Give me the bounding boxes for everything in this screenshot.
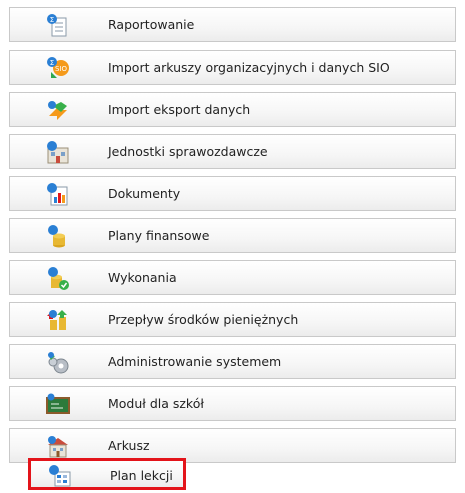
sio-import-icon: SIO Σ xyxy=(45,56,71,82)
menu-item-label: Jednostki sprawozdawcze xyxy=(108,144,268,159)
svg-text:Σ: Σ xyxy=(50,59,54,67)
coins-check-icon xyxy=(45,266,71,292)
menu-item-administrowanie[interactable]: Administrowanie systemem xyxy=(9,344,456,379)
menu-item-raportowanie[interactable]: Σ Raportowanie xyxy=(9,7,456,42)
menu-item-modul-dla-szkol[interactable]: Moduł dla szkół xyxy=(9,386,456,421)
gears-admin-icon xyxy=(45,350,71,376)
building-units-icon xyxy=(45,140,71,166)
main-menu: Σ Raportowanie SIO Σ Import arkuszy organ… xyxy=(0,0,465,493)
menu-item-label: Wykonania xyxy=(108,270,177,285)
svg-text:Σ: Σ xyxy=(50,16,54,24)
chalkboard-icon xyxy=(45,392,71,418)
timetable-icon xyxy=(47,464,73,490)
documents-chart-icon xyxy=(45,182,71,208)
menu-item-label: Import eksport danych xyxy=(108,102,251,117)
menu-item-plany-finansowe[interactable]: Plany finansowe xyxy=(9,218,456,253)
menu-item-label: Plan lekcji xyxy=(110,468,173,483)
menu-item-label: Import arkuszy organizacyjnych i danych … xyxy=(108,60,390,75)
menu-item-label: Administrowanie systemem xyxy=(108,354,282,369)
menu-item-label: Plany finansowe xyxy=(108,228,210,243)
svg-text:SIO: SIO xyxy=(55,65,68,73)
cash-flow-icon xyxy=(45,308,71,334)
menu-item-label: Moduł dla szkół xyxy=(108,396,204,411)
report-document-icon: Σ xyxy=(45,13,71,39)
menu-item-jednostki-sprawozdawcze[interactable]: Jednostki sprawozdawcze xyxy=(9,134,456,169)
import-export-arrows-icon xyxy=(45,98,71,124)
school-building-icon xyxy=(45,434,71,460)
menu-item-przeplyw-srodkow[interactable]: Przepływ środków pieniężnych xyxy=(9,302,456,337)
menu-item-label: Dokumenty xyxy=(108,186,181,201)
menu-item-label: Przepływ środków pieniężnych xyxy=(108,312,299,327)
menu-item-label: Raportowanie xyxy=(108,17,195,32)
menu-item-wykonania[interactable]: Wykonania xyxy=(9,260,456,295)
menu-item-plan-lekcji[interactable]: Plan lekcji xyxy=(28,458,186,490)
menu-item-import-eksport[interactable]: Import eksport danych xyxy=(9,92,456,127)
coins-stack-icon xyxy=(45,224,71,250)
menu-item-import-arkuszy-sio[interactable]: SIO Σ Import arkuszy organizacyjnych i da… xyxy=(9,50,456,85)
menu-item-dokumenty[interactable]: Dokumenty xyxy=(9,176,456,211)
